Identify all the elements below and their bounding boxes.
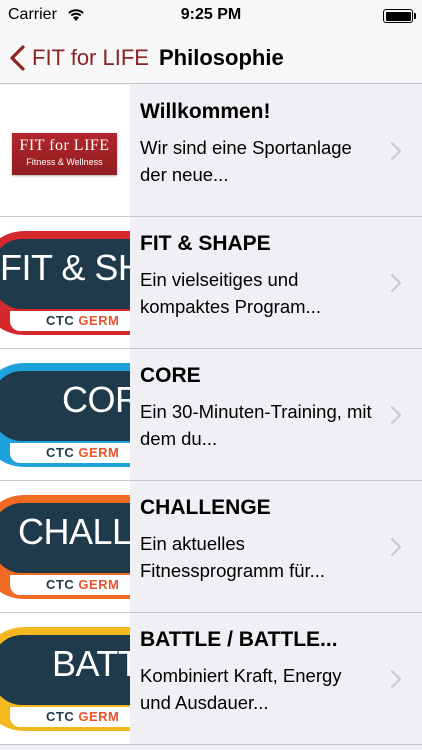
item-description: Ein 30-Minuten-Training, mit dem du... — [140, 401, 372, 449]
badge-foot-germany: GERM — [78, 577, 120, 592]
chevron-right-icon — [391, 670, 401, 688]
item-description: Ein vielseitiges und kompaktes Program..… — [140, 269, 321, 317]
badge-foot-text: CTC GERM — [46, 313, 119, 328]
item-thumbnail: FIT & SH CTC GERM — [0, 217, 130, 348]
logo-line-1: FIT for LIFE — [19, 137, 110, 154]
item-title: Willkommen! — [140, 100, 271, 123]
item-title: CHALLENGE — [140, 496, 271, 519]
list-item[interactable]: CHALLE CTC GERM CHALLENGE Ein aktuelles … — [0, 481, 422, 613]
badge-foot-ctc: CTC — [46, 709, 79, 724]
badge-foot-ctc: CTC — [46, 445, 79, 460]
badge-foot-ctc: CTC — [46, 577, 79, 592]
course-badge: FIT & SH CTC GERM — [0, 231, 130, 335]
list-item[interactable]: BATT CTC GERM BATTLE / BATTLE... Kombini… — [0, 613, 422, 745]
item-description: Kombiniert Kraft, Energy und Ausdauer... — [140, 665, 342, 713]
list-item[interactable]: FIT & SH CTC GERM FIT & SHAPE Ein vielse… — [0, 217, 422, 349]
item-description: Ein aktuelles Fitnessprogramm für... — [140, 533, 326, 581]
logo-line-2: Fitness & Wellness — [26, 157, 103, 167]
back-button-label: FIT for LIFE — [32, 45, 149, 70]
badge-foot-germany: GERM — [78, 709, 120, 724]
page-title: Philosophie — [159, 45, 284, 70]
badge-word: COR — [62, 379, 130, 420]
item-title: FIT & SHAPE — [140, 232, 271, 255]
back-button[interactable]: FIT for LIFE — [6, 32, 149, 84]
item-thumbnail: BATT CTC GERM — [0, 613, 130, 744]
item-thumbnail: FIT for LIFE Fitness & Wellness — [0, 85, 130, 216]
fit-for-life-logo: FIT for LIFE Fitness & Wellness — [12, 133, 117, 175]
badge-foot-germany: GERM — [78, 445, 120, 460]
item-description: Wir sind eine Sportanlage der neue... — [140, 137, 352, 185]
badge-word: CHALLE — [18, 511, 130, 552]
chevron-right-icon — [391, 538, 401, 556]
chevron-right-icon — [391, 274, 401, 292]
badge-foot-text: CTC GERM — [46, 577, 119, 592]
item-title: BATTLE / BATTLE... — [140, 628, 338, 651]
item-thumbnail: CHALLE CTC GERM — [0, 481, 130, 612]
course-badge: BATT CTC GERM — [0, 627, 130, 731]
badge-foot-text: CTC GERM — [46, 709, 119, 724]
badge-foot-text: CTC GERM — [46, 445, 119, 460]
content-list: FIT for LIFE Fitness & Wellness Willkomm… — [0, 85, 422, 745]
badge-word: BATT — [52, 643, 130, 684]
battery-fill — [385, 11, 411, 21]
chevron-right-icon — [391, 142, 401, 160]
badge-foot-ctc: CTC — [46, 313, 79, 328]
chevron-right-icon — [391, 406, 401, 424]
list-item[interactable]: COR CTC GERM CORE Ein 30-Minuten-Trainin… — [0, 349, 422, 481]
chevron-left-icon — [10, 45, 25, 71]
item-thumbnail: COR CTC GERM — [0, 349, 130, 480]
list-item[interactable]: FIT for LIFE Fitness & Wellness Willkomm… — [0, 85, 422, 217]
course-badge: COR CTC GERM — [0, 363, 130, 467]
item-title: CORE — [140, 364, 201, 387]
status-bar: Carrier 9:25 PM — [0, 0, 422, 32]
battery-icon — [383, 9, 416, 23]
badge-word: FIT & SH — [0, 247, 130, 288]
course-badge: CHALLE CTC GERM — [0, 495, 130, 599]
navigation-bar: FIT for LIFE Philosophie — [0, 32, 422, 84]
clock: 9:25 PM — [180, 6, 242, 23]
badge-foot-germany: GERM — [78, 313, 120, 328]
